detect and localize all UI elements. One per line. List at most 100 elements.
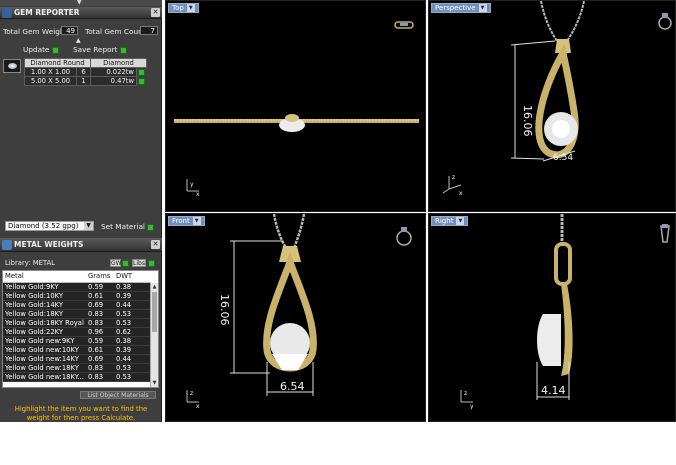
diamond-facet — [552, 120, 570, 138]
metal-row[interactable]: Yellow Gold new:18KY... 0.83 0.53 — [3, 372, 151, 382]
top-view-render[interactable]: y x — [166, 1, 426, 212]
chevron-down-icon[interactable]: ▼ — [84, 222, 93, 230]
gem-row-go[interactable] — [137, 77, 147, 86]
metal-row[interactable]: Yellow Gold:18KY 0.83 0.53 — [3, 309, 151, 319]
metal-row-dwt: 0.44 — [113, 354, 151, 364]
metal-row[interactable]: Yellow Gold:22KY 0.96 0.62 — [3, 327, 151, 337]
metal-row-dwt: 0.53 — [113, 318, 151, 328]
material-select-value: Diamond (3.52 gpg) — [8, 222, 79, 230]
expand-arrow-icon[interactable]: ▲ — [76, 37, 81, 44]
metal-row-name: Yellow Gold:18KY Royal — [3, 318, 86, 328]
metal-weights-title: METAL WEIGHTS — [14, 240, 84, 249]
set-material-go-icon[interactable] — [147, 223, 155, 231]
viewport-right-tag[interactable]: Right ▼ — [431, 216, 469, 226]
gem-row-go-icon[interactable] — [138, 68, 145, 76]
viewport-front-tag[interactable]: Front ▼ — [168, 216, 205, 226]
metal-row[interactable]: Yellow Gold:14KY 0.69 0.44 — [3, 300, 151, 310]
viewport-top-tag[interactable]: Top ▼ — [168, 3, 199, 13]
viewport-top[interactable]: y x Top ▼ — [165, 0, 426, 212]
axis-x-label: x — [459, 190, 463, 197]
metal-row[interactable]: Yellow Gold new:14KY 0.69 0.44 — [3, 354, 151, 364]
viewport-perspective[interactable]: 16.06 6.54 z x Perspective ▼ — [428, 0, 676, 212]
metal-row[interactable]: Yellow Gold:18KY Royal 0.83 0.53 — [3, 318, 151, 328]
viewport-right-label: Right — [435, 217, 454, 225]
gem-row-count: 6 — [76, 67, 91, 77]
material-select[interactable]: Diamond (3.52 gpg) ▼ — [5, 221, 94, 231]
metal-weights-icon — [2, 240, 12, 250]
metal-row-grams: 0.83 — [85, 372, 114, 382]
perspective-height-label: 16.06 — [521, 105, 534, 137]
metal-row[interactable]: Yellow Gold new:9KY 0.59 0.38 — [3, 336, 151, 346]
gw-go-icon[interactable] — [122, 260, 129, 267]
hint-text: Highlight the item you want to find the … — [14, 405, 148, 422]
gem-row-go[interactable] — [137, 68, 147, 77]
metal-row-name: Yellow Gold:14KY — [3, 300, 86, 310]
metal-row[interactable]: Yellow Gold new:18KY 0.83 0.53 — [3, 363, 151, 373]
metal-row-dwt: 0.44 — [113, 300, 151, 310]
viewport-perspective-label: Perspective — [435, 4, 476, 12]
metal-row[interactable]: Yellow Gold new:10KY 0.61 0.39 — [3, 345, 151, 355]
collapse-arrow-icon[interactable]: ▼ — [77, 0, 82, 6]
perspective-width-label: 6.54 — [553, 153, 573, 163]
metal-row-dwt: 0.39 — [113, 345, 151, 355]
chevron-down-icon[interactable]: ▼ — [456, 217, 465, 225]
close-icon[interactable]: ✕ — [151, 240, 160, 249]
chevron-down-icon[interactable]: ▼ — [478, 4, 487, 12]
gem-row-size: 5.00 X 5.00 — [24, 76, 77, 86]
diamond-thumbnail-icon[interactable] — [3, 59, 21, 73]
update-go-icon[interactable] — [51, 46, 59, 54]
metal-list-scrollbar[interactable]: ▲ ▼ — [150, 283, 158, 387]
chevron-down-icon[interactable]: ▼ — [186, 4, 195, 12]
metal-row-dwt: 0.38 — [113, 336, 151, 346]
diamond-side — [537, 314, 561, 366]
metal-header-grams: Grams — [85, 271, 114, 283]
chevron-down-icon[interactable]: ▼ — [192, 217, 201, 225]
view-cube-icon[interactable] — [394, 21, 414, 29]
panel-top-grip[interactable]: ▼ — [0, 0, 162, 6]
metal-weights-list[interactable]: Metal Grams DWT Yellow Gold:9KY 0.59 0.38 Y… — [2, 270, 159, 388]
gem-row-weight: 0.022tw — [90, 67, 137, 77]
axis-z-label: z — [452, 174, 455, 181]
metal-weights-header[interactable]: METAL WEIGHTS ✕ — [0, 238, 162, 252]
metal-row[interactable]: Yellow Gold:9KY 0.59 0.38 — [3, 282, 151, 292]
gw-button[interactable]: GW — [110, 259, 122, 267]
list-object-materials-button[interactable]: List Object Materials — [80, 391, 156, 399]
scroll-up-icon[interactable]: ▲ — [151, 283, 158, 291]
libs-button[interactable]: Libs — [132, 259, 146, 267]
save-report-go-icon[interactable] — [119, 46, 127, 54]
set-material-button[interactable]: Set Material — [101, 222, 155, 231]
update-button[interactable]: Update — [23, 45, 59, 54]
scroll-down-icon[interactable]: ▼ — [151, 379, 158, 387]
viewport-front[interactable]: 16.06 6.54 z x Front ▼ — [165, 213, 426, 422]
right-width-label: 4.14 — [541, 384, 566, 397]
metal-row[interactable]: Yellow Gold:10KY 0.61 0.39 — [3, 291, 151, 301]
metal-row-grams: 0.69 — [85, 300, 114, 310]
total-count-value: 7 — [140, 26, 158, 35]
gem-table-header-shape: Diamond Round — [24, 58, 91, 68]
gem-row-go-icon[interactable] — [138, 77, 145, 85]
right-render[interactable]: 4.14 z y — [429, 214, 676, 422]
view-cube-icon[interactable] — [660, 224, 670, 243]
save-report-label: Save Report — [73, 45, 118, 54]
update-label: Update — [23, 45, 50, 54]
gem-row-count: 1 — [76, 76, 91, 86]
axis-z-label: z — [190, 390, 193, 397]
close-icon[interactable]: ✕ — [151, 8, 160, 17]
metal-row-grams: 0.61 — [85, 345, 114, 355]
gem-row[interactable]: 5.00 X 5.00 1 0.47tw — [24, 76, 147, 86]
perspective-render[interactable]: 16.06 6.54 z x — [429, 1, 676, 212]
metal-row-name: Yellow Gold new:9KY — [3, 336, 86, 346]
scrollbar-thumb[interactable] — [152, 292, 157, 332]
gem-reporter-header[interactable]: GEM REPORTER ✕ — [0, 7, 162, 19]
front-render[interactable]: 16.06 6.54 z x — [166, 214, 426, 422]
view-cube-icon[interactable] — [396, 227, 412, 246]
view-cube-icon[interactable] — [658, 13, 672, 30]
viewport-front-label: Front — [172, 217, 190, 225]
bottom-blank-area — [0, 422, 676, 465]
gem-row[interactable]: 1.00 X 1.00 6 0.022tw — [24, 67, 147, 77]
save-report-button[interactable]: Save Report — [73, 45, 127, 54]
viewport-perspective-tag[interactable]: Perspective ▼ — [431, 3, 491, 13]
libs-go-icon[interactable] — [148, 260, 155, 267]
viewport-right[interactable]: 4.14 z y Right ▼ — [428, 213, 676, 422]
metal-header-metal: Metal — [3, 271, 86, 283]
